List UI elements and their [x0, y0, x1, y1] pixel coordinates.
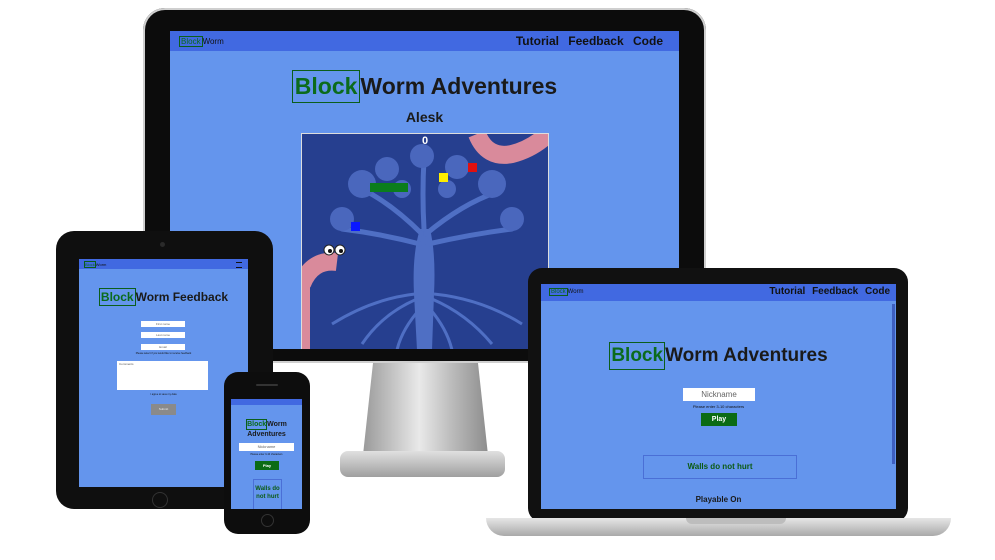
phone-play-button[interactable]: Play — [255, 461, 279, 470]
phone-home-button — [261, 514, 274, 527]
score-display: 0 — [421, 135, 429, 147]
tablet-last-name-input[interactable]: Last name — [141, 332, 185, 338]
tablet-email-input[interactable]: Email — [141, 344, 185, 350]
phone-title: BlockWorm Adventures — [231, 419, 302, 439]
phone-title-rest: Worm — [267, 421, 287, 428]
nav-feedback-link[interactable]: Feedback — [568, 34, 623, 48]
nav-links: Tutorial Feedback Code — [516, 34, 663, 48]
tablet-home-button — [152, 492, 168, 508]
phone-nickname-input[interactable]: Nickname — [239, 443, 294, 451]
tablet-menu-icon[interactable] — [236, 262, 242, 268]
laptop-logo-block: Block — [549, 288, 568, 296]
tablet-camera — [160, 242, 165, 247]
nav-logo-block: Block — [179, 36, 203, 47]
phone-title-line2: Adventures — [247, 431, 286, 438]
nav-logo-worm: Worm — [202, 37, 224, 46]
phone-screen: BlockWorm Adventures Nickname Please ent… — [231, 399, 302, 509]
monitor-base — [340, 451, 505, 477]
laptop-logo-worm: Worm — [567, 289, 584, 295]
tree-background-illustration — [302, 134, 548, 349]
phone-title-block: Block — [246, 419, 268, 430]
laptop-feedback-link[interactable]: Feedback — [812, 286, 858, 297]
laptop-title-block: Block — [609, 342, 666, 370]
monitor-stand — [363, 363, 488, 455]
phone-hint: Please enter 3-10 characters — [250, 453, 283, 456]
yellow-food — [439, 173, 448, 182]
tablet-title: Block Worm Feedback — [79, 288, 248, 306]
red-food — [468, 163, 477, 172]
tablet-first-name-input[interactable]: First name — [141, 321, 185, 327]
laptop-nav-links: Tutorial Feedback Code — [769, 286, 890, 297]
laptop-code-link[interactable]: Code — [865, 286, 890, 297]
tablet-consent-text: Please select if you would like to recei… — [135, 352, 192, 355]
laptop-walls-card: Walls do not hurt — [643, 455, 797, 479]
tablet-screen: BlockWorm Block Worm Feedback First name … — [79, 259, 248, 487]
laptop-hint: Please enter 3-10 characters — [692, 404, 745, 409]
player-name: Alesk — [405, 109, 444, 125]
tablet-logo-block: Block — [84, 261, 96, 268]
top-nav: Block Worm Tutorial Feedback Code — [170, 31, 679, 51]
laptop-nav-logo[interactable]: Block Worm — [549, 288, 584, 296]
tablet-title-block: Block — [98, 288, 136, 306]
tablet-nav-logo[interactable]: BlockWorm — [84, 261, 106, 268]
laptop-playable-heading: Playable On — [695, 495, 742, 504]
tablet-submit-button[interactable]: Submit — [151, 404, 176, 415]
nav-logo[interactable]: Block Worm — [179, 36, 224, 47]
laptop-nav: Block Worm Tutorial Feedback Code — [541, 284, 896, 301]
laptop-nickname-input[interactable]: Nickname — [683, 388, 755, 401]
game-canvas[interactable]: 0 — [301, 133, 549, 349]
tablet-nav: BlockWorm — [79, 259, 248, 269]
phone-nav — [231, 399, 302, 405]
blue-food — [351, 222, 360, 231]
tablet-checkbox-label[interactable]: I agree to save my data — [79, 393, 248, 396]
title-rest: Worm Adventures — [360, 73, 558, 99]
laptop-tutorial-link[interactable]: Tutorial — [769, 286, 805, 297]
nav-code-link[interactable]: Code — [633, 34, 663, 48]
laptop-notch — [686, 518, 786, 524]
page-title: Block Worm Adventures — [170, 70, 679, 103]
phone-walls-card: Walls do not hurt — [253, 479, 282, 509]
tablet-title-rest: Worm Feedback — [135, 290, 229, 304]
player-block — [370, 183, 408, 192]
laptop-scrollbar[interactable] — [892, 304, 895, 464]
nav-tutorial-link[interactable]: Tutorial — [516, 34, 559, 48]
laptop-screen: Block Worm Tutorial Feedback Code Block Wo… — [541, 284, 896, 509]
laptop-title: Block Worm Adventures — [541, 342, 896, 370]
tablet-comment-textarea[interactable]: Comments — [117, 361, 208, 390]
tablet-logo-worm: Worm — [95, 262, 107, 267]
phone-speaker — [256, 384, 278, 386]
laptop-title-rest: Worm Adventures — [665, 345, 828, 366]
laptop-play-button[interactable]: Play — [701, 413, 737, 426]
title-block: Block — [291, 70, 361, 103]
